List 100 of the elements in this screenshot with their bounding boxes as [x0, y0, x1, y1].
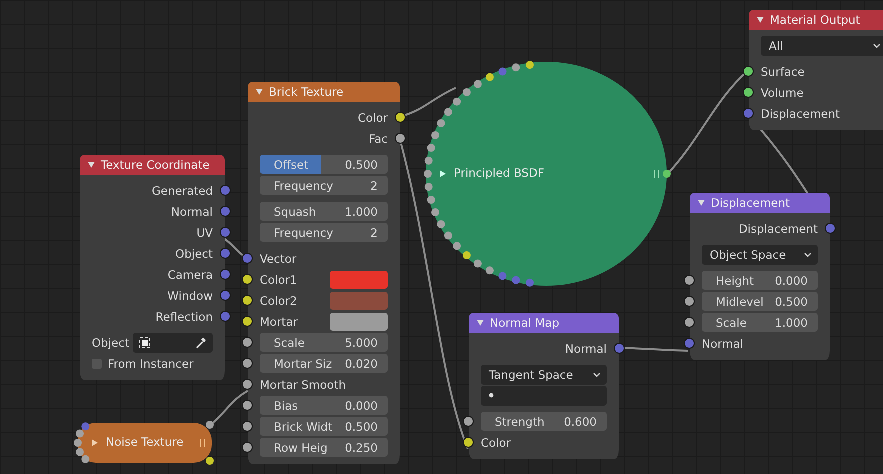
value-slider[interactable]: Mortar Siz 0.020 [260, 354, 388, 373]
socket-dot[interactable] [206, 457, 214, 465]
socket-dot[interactable] [615, 344, 624, 353]
socket-dot[interactable] [221, 312, 230, 321]
socket-dot[interactable] [424, 156, 433, 165]
socket-dot[interactable] [685, 318, 694, 327]
socket-dot[interactable] [221, 228, 230, 237]
socket-dot[interactable] [486, 266, 494, 275]
socket-dot[interactable] [221, 186, 230, 195]
socket-dot[interactable] [498, 68, 507, 76]
value-slider[interactable]: Offset 0.500 [260, 155, 388, 174]
down-triangle-icon[interactable] [256, 89, 263, 95]
eyedropper-icon[interactable] [195, 336, 207, 348]
socket-dot[interactable] [744, 88, 753, 97]
socket-dot[interactable] [685, 339, 694, 348]
socket-dot[interactable] [512, 64, 520, 72]
value-slider[interactable]: Scale 1.000 [702, 313, 818, 332]
socket-dot[interactable] [243, 401, 252, 410]
socket-dot[interactable] [427, 196, 436, 204]
down-triangle-icon[interactable] [698, 200, 705, 206]
socket-dot[interactable] [243, 317, 252, 326]
socket-dot[interactable] [82, 422, 90, 431]
socket-dot[interactable] [243, 380, 252, 389]
text-field[interactable] [481, 386, 607, 406]
socket-dot[interactable] [444, 232, 452, 240]
collapsed-node[interactable] [78, 423, 212, 463]
node-header[interactable]: Texture Coordinate [80, 155, 225, 175]
socket-dot[interactable] [526, 61, 534, 70]
socket-dot[interactable] [243, 275, 252, 284]
dropdown[interactable]: Object Space [702, 244, 818, 264]
socket-dot[interactable] [474, 80, 482, 88]
socket-dot[interactable] [486, 73, 494, 82]
socket-dot[interactable] [76, 430, 84, 438]
socket-dot[interactable] [206, 421, 214, 429]
value-slider[interactable]: Strength 0.600 [481, 412, 607, 431]
value-slider[interactable]: Squash 1.000 [260, 202, 388, 221]
socket-dot[interactable] [453, 242, 462, 250]
value-slider[interactable]: Midlevel 0.500 [702, 292, 818, 311]
socket-dot[interactable] [462, 88, 471, 96]
color-swatch[interactable] [330, 270, 388, 288]
color-swatch[interactable] [330, 292, 388, 310]
dropdown[interactable]: All [761, 36, 883, 56]
value-slider[interactable]: Row Heig 0.250 [260, 438, 388, 457]
node-card[interactable]: Normal Map Normal Tangent Space Strength 0.600 Color [464, 313, 624, 459]
socket-dot[interactable] [498, 272, 507, 280]
socket-dot[interactable] [424, 170, 432, 178]
socket-dot[interactable] [512, 276, 520, 284]
socket-dot[interactable] [526, 278, 534, 287]
node-card[interactable]: Displacement Displacement Object Space Height 0.000 Midlevel 0.500 Scale 1.000 Normal [685, 193, 835, 360]
socket-dot[interactable] [243, 338, 252, 347]
socket-dot[interactable] [474, 260, 482, 268]
socket-dot[interactable] [74, 439, 82, 447]
color-swatch[interactable] [330, 312, 388, 330]
socket-dot[interactable] [453, 98, 462, 106]
right-triangle-icon[interactable] [92, 440, 98, 446]
socket-dot[interactable] [243, 296, 252, 305]
socket-dot[interactable] [432, 208, 440, 217]
socket-dot[interactable] [744, 67, 753, 76]
socket-dot[interactable] [437, 220, 446, 228]
socket-dot[interactable] [462, 252, 471, 260]
hidden-sockets-icon[interactable] [654, 170, 660, 178]
socket-dot[interactable] [221, 249, 230, 258]
socket-dot[interactable] [826, 224, 835, 233]
socket-dot[interactable] [221, 207, 230, 216]
socket-dot[interactable] [685, 276, 694, 285]
collapsed-node[interactable] [426, 62, 667, 286]
socket-dot[interactable] [396, 134, 405, 143]
right-triangle-icon[interactable] [440, 170, 446, 178]
value-slider[interactable]: Frequency 2 [260, 223, 388, 242]
down-triangle-icon[interactable] [477, 320, 484, 326]
value-slider[interactable]: Frequency 2 [260, 176, 388, 195]
socket-dot[interactable] [464, 438, 473, 447]
socket-dot[interactable] [221, 291, 230, 300]
socket-dot[interactable] [243, 422, 252, 431]
socket-dot[interactable] [464, 417, 473, 426]
socket-dot[interactable] [424, 183, 433, 192]
node-header[interactable]: Displacement [690, 193, 830, 213]
node-header[interactable]: Brick Texture [248, 82, 400, 102]
socket-dot[interactable] [221, 270, 230, 279]
value-slider[interactable]: Scale 5.000 [260, 333, 388, 352]
dropdown[interactable]: Tangent Space [481, 364, 607, 384]
socket-dot[interactable] [432, 131, 440, 140]
socket-dot[interactable] [663, 170, 671, 178]
socket-dot[interactable] [76, 448, 84, 456]
socket-dot[interactable] [444, 108, 452, 116]
socket-dot[interactable] [685, 297, 694, 306]
object-field[interactable] [133, 332, 213, 352]
node-card[interactable]: Material Output All Surface Volume Displacement [744, 10, 883, 130]
socket-dot[interactable] [396, 113, 405, 122]
node-card[interactable]: Brick Texture Color Fac Offset 0.500 Frequency 2 Squash 1.000 Frequency 2 Vector Color1 Color2 Mortar Scale 5.000 Mortar Siz 0.020 Mortar Smooth Bias 0.000 Brick Widt 0.500 Row Heig 0.250 [243, 82, 405, 464]
down-triangle-icon[interactable] [88, 162, 95, 168]
node-header[interactable]: Normal Map [469, 313, 619, 333]
socket-dot[interactable] [243, 254, 252, 263]
down-triangle-icon[interactable] [757, 17, 764, 23]
socket-dot[interactable] [243, 359, 252, 368]
socket-dot[interactable] [243, 443, 252, 452]
node-header[interactable]: Material Output [749, 10, 883, 30]
value-slider[interactable]: Height 0.000 [702, 271, 818, 290]
value-slider[interactable]: Bias 0.000 [260, 396, 388, 415]
socket-dot[interactable] [437, 120, 446, 128]
